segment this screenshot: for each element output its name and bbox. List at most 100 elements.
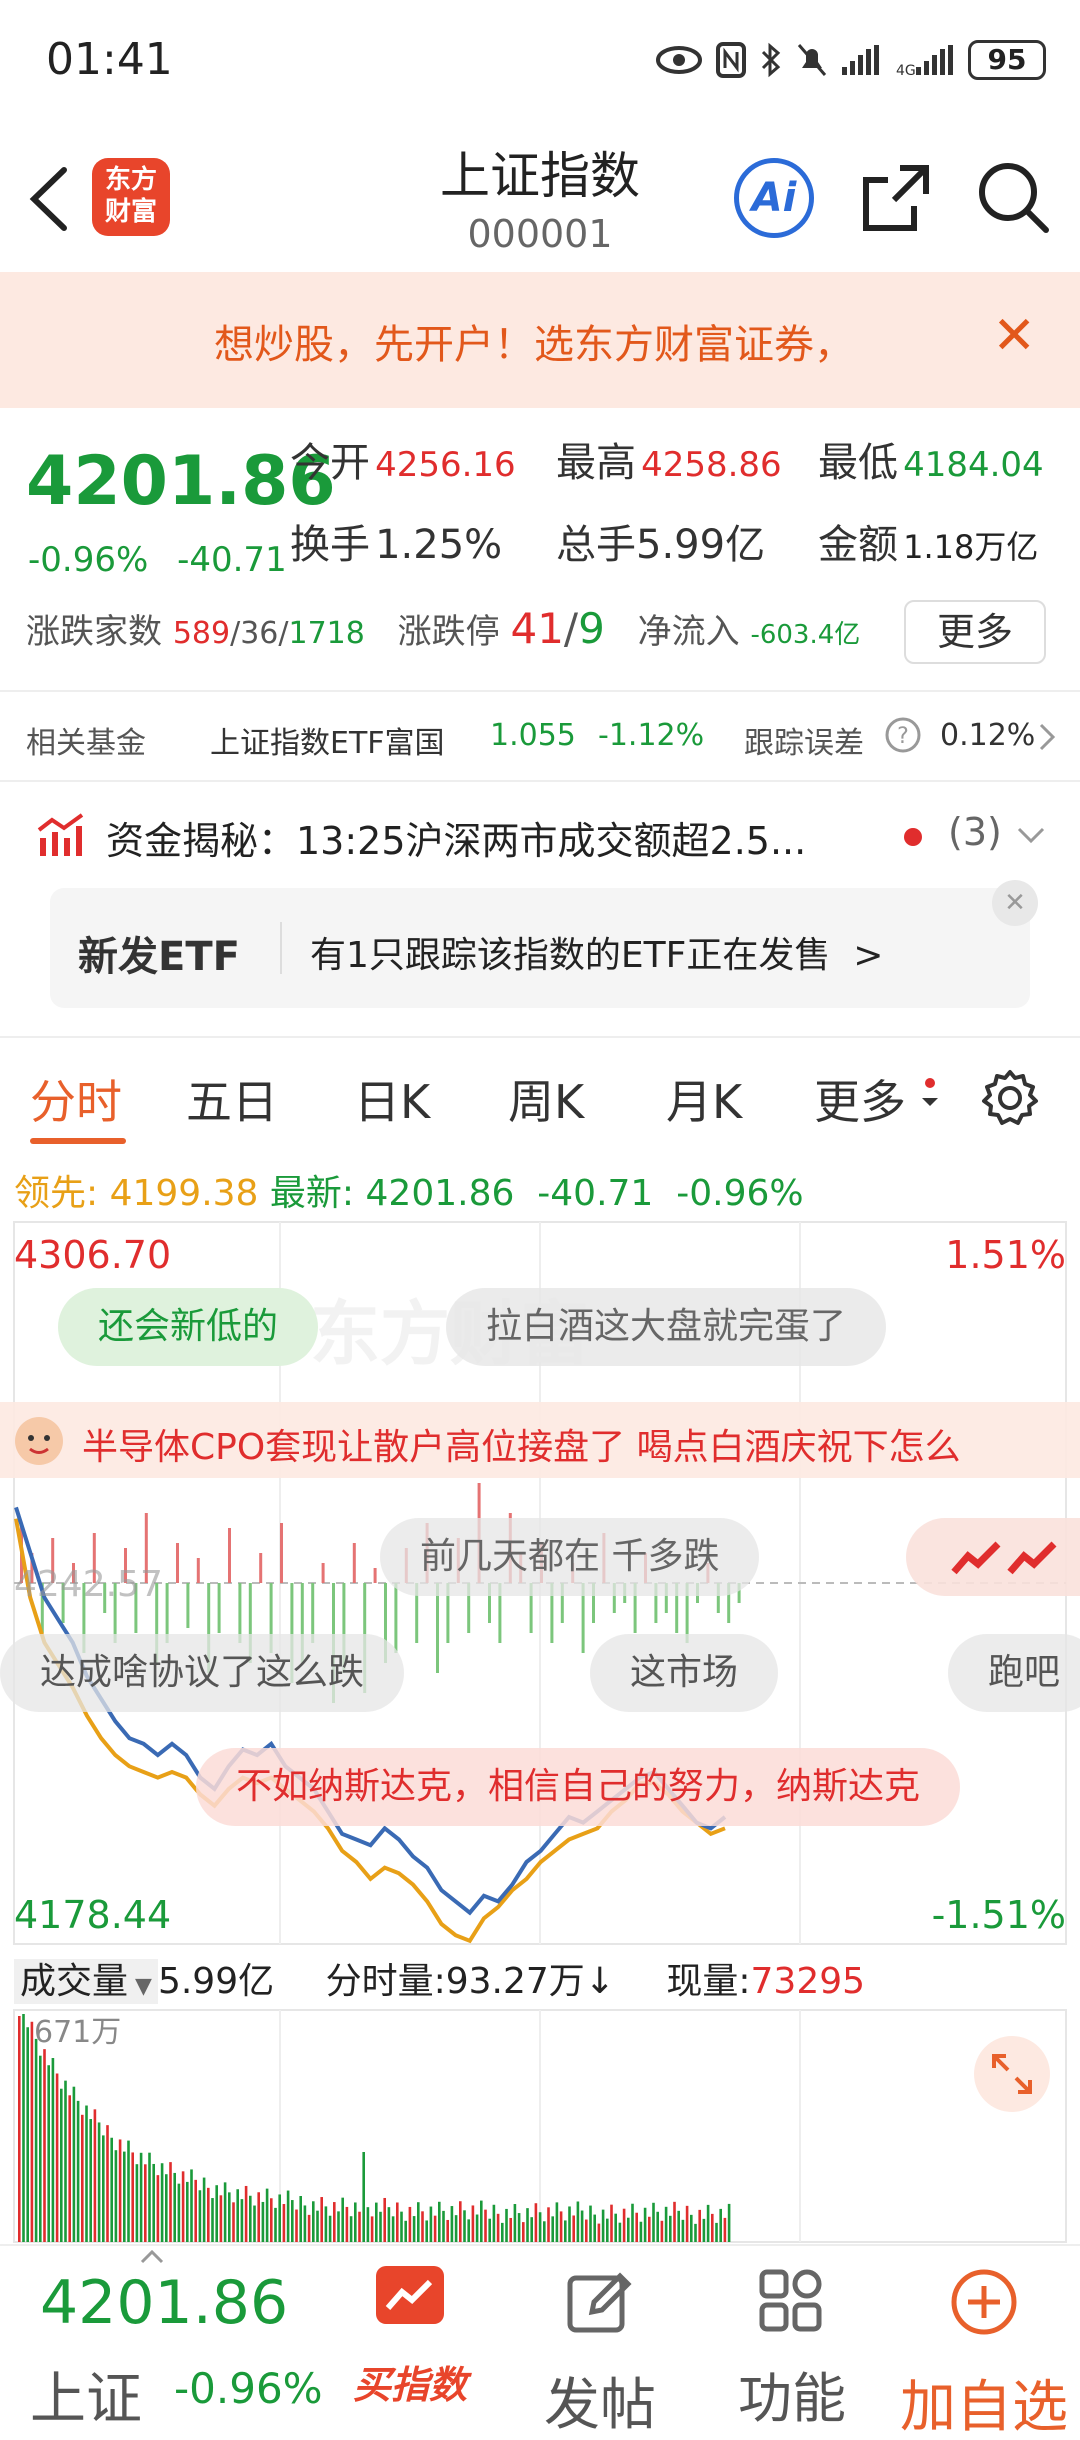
tab-more[interactable]: 更多 [814,1066,906,1132]
limit-up: 41 [510,604,564,653]
volume-bar [459,2201,462,2242]
volume-bar [530,2217,533,2242]
comment-bubble[interactable]: 前几天都在 千多跌 [380,1518,760,1596]
comment-bubble[interactable]: 还会新低的 [58,1288,319,1366]
volume-bar [81,2114,84,2242]
volume-bar [501,2222,504,2242]
etf-close-button[interactable]: ✕ [992,880,1038,926]
volume-bar [513,2204,517,2242]
volume-bar [26,2027,29,2242]
tab-five-day[interactable]: 五日 [186,1066,278,1132]
volume-bar [438,2201,441,2242]
volume-bar [685,2205,689,2242]
volume-bar [547,2207,550,2242]
tab-daily-k[interactable]: 日K [354,1066,430,1132]
related-fund-row[interactable]: 相关基金 上证指数ETF富国 1.055 -1.12% 跟踪误差 ? 0.12% [0,690,1080,782]
tab-monthly-k[interactable]: 月K [666,1066,742,1132]
advance-decline-row: 涨跌家数 589/36/1718 涨跌停 41/9 净流入 -603.4亿 [26,604,861,653]
volume-selector[interactable]: 成交量 ▼ [14,1959,158,2004]
latest-value: 4201.86 [365,1173,515,1214]
more-quote-button[interactable]: 更多 [904,600,1046,664]
track-value: 0.12% [940,718,1036,753]
settings-icon[interactable] [980,1068,1040,1128]
chart-bars-icon [37,813,84,856]
chevron-down-icon[interactable] [1016,826,1046,844]
hot-comment-text: 半导体CPO套现让散户高位接盘了 喝点白酒庆祝下怎么 [82,1427,961,1468]
bottom-name: 上证 [30,2367,142,2432]
adv-up: 589 [172,616,231,651]
flow-bar-out [394,1583,398,1653]
volume-bar [328,2215,332,2242]
buy-index-button[interactable]: 买指数 [340,2262,480,2432]
volume-bar [442,2210,445,2242]
volume-bar [585,2219,588,2242]
flow-bar-in [259,1553,263,1583]
volume-bar [349,2216,353,2242]
post-button[interactable]: 发帖 [530,2262,670,2438]
volume-bar [39,2055,42,2242]
flow-bar-in [373,1568,377,1583]
comment-bubble[interactable]: 达成啥协议了这么跌 [0,1634,405,1712]
new-etf-card[interactable]: 新发ETF 有1只跟踪该指数的ETF正在发售 > ✕ [50,880,1038,1008]
volume-bar [601,2209,605,2242]
volume-bar [610,2204,613,2242]
current-label: 现量: [666,1961,751,2002]
avatar-icon [15,1417,63,1465]
trend-up-icon [951,1541,1057,1575]
volume-bar [526,2208,529,2242]
limit-label: 涨跌停 [397,612,500,652]
volume-label: 成交量 [20,1961,129,2002]
volume-bar [580,2210,584,2242]
volume-bar [68,2095,71,2242]
netflow-value: -603.4亿 [750,620,861,650]
bottom-change: -0.96% [174,2364,323,2413]
function-button[interactable]: 功能 [722,2262,862,2432]
volume-bar [127,2140,130,2242]
help-icon[interactable]: ? [884,716,922,754]
volume-bar [228,2192,231,2242]
add-watchlist-button[interactable]: 加自选 [888,2262,1080,2440]
volume-bar [274,2207,277,2242]
volume-bar [165,2174,168,2242]
buy-index-label: 买指数 [352,2363,467,2407]
tab-intraday[interactable]: 分时 [30,1066,122,1132]
ai-button[interactable]: Ai [734,158,814,238]
tab-weekly-k[interactable]: 周K [508,1066,584,1132]
volume-bar [198,2190,202,2242]
banner-close-button[interactable]: ✕ [992,308,1036,364]
y-top-label: 4306.70 [14,1233,171,1277]
comment-bubble[interactable]: 拉白酒这大盘就完蛋了 [446,1288,887,1366]
comment-bubble[interactable]: 不如纳斯达克，相信自己的努力，纳斯达克 [196,1748,961,1826]
comment-bubble[interactable]: 这市场 [590,1634,779,1712]
volume-bar [303,2205,307,2242]
volume-bar [89,2119,92,2242]
hot-comment-bar[interactable]: 半导体CPO套现让散户高位接盘了 喝点白酒庆祝下怎么 [0,1402,1080,1478]
volume-bar [257,2192,260,2242]
volume-chart[interactable]: 671万 [0,2008,1080,2244]
volume-bar [719,2208,722,2242]
volume-bar [135,2164,139,2242]
comment-bubble[interactable]: 跑吧 [948,1634,1080,1712]
etf-divider [280,922,282,974]
volume-bar [723,2217,727,2242]
volume-bar [194,2179,197,2242]
function-label: 功能 [738,2367,846,2430]
volume-bar [102,2135,105,2242]
battery-icon: 95 [968,40,1046,80]
trend-badge[interactable] [906,1518,1080,1596]
volume-bar [265,2188,269,2242]
volume-bar [131,2152,134,2242]
open-label: 今开 [290,440,370,486]
flow-bar-in [228,1528,231,1583]
etf-text-body: 有1只跟踪该指数的ETF正在发售 [310,935,831,976]
expand-button[interactable] [974,2036,1050,2112]
news-row[interactable]: 资金揭秘：13:25沪深两市成交额超2.5... (3) [0,782,1080,882]
share-icon[interactable] [860,162,932,234]
change-pct: -0.96% [28,540,149,580]
volume-bar [635,2212,638,2242]
volume-bar [711,2213,714,2242]
volume-bar [467,2219,470,2242]
volume-bar [454,2215,458,2242]
search-icon[interactable] [976,160,1050,234]
promo-banner[interactable]: 想炒股，先开户！选东方财富证券， ✕ [0,272,1080,408]
